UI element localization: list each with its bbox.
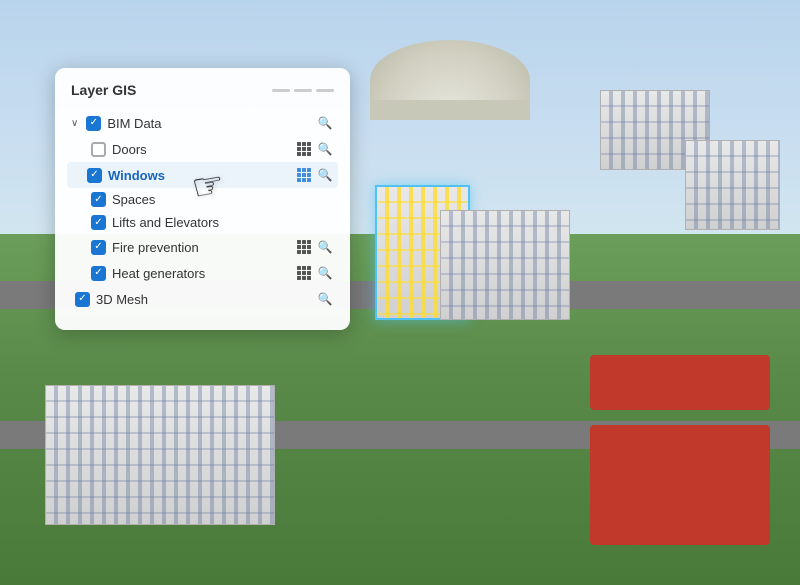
search-icon-fire[interactable]: 🔍 (316, 238, 334, 256)
layer-item-spaces[interactable]: ✓ Spaces (71, 188, 334, 211)
dome-building (370, 20, 530, 120)
layer-label-doors: Doors (112, 142, 289, 157)
checkbox-fire[interactable]: ✓ (91, 240, 106, 255)
search-icon-bim-data[interactable]: 🔍 (316, 114, 334, 132)
grid-icon-fire[interactable] (295, 238, 313, 256)
layer-label-fire: Fire prevention (112, 240, 289, 255)
search-icon-doors[interactable]: 🔍 (316, 140, 334, 158)
sports-area (590, 425, 770, 545)
checkbox-windows[interactable]: ✓ (87, 168, 102, 183)
building-bottom-left (45, 385, 275, 525)
chevron-icon: ∨ (71, 118, 78, 129)
layer-item-windows[interactable]: ✓ Windows 🔍 (67, 162, 338, 188)
panel-dots (272, 89, 334, 92)
checkbox-mesh[interactable]: ✓ (75, 292, 90, 307)
layer-label-lifts: Lifts and Elevators (112, 215, 334, 230)
layer-item-fire-prevention[interactable]: ✓ Fire prevention 🔍 (71, 234, 334, 260)
grid-icon-heat[interactable] (295, 264, 313, 282)
layer-item-doors[interactable]: Doors 🔍 (71, 136, 334, 162)
action-icons-bim-data: 🔍 (316, 114, 334, 132)
building-top-right-2 (685, 140, 780, 230)
panel-dot-3 (316, 89, 334, 92)
layer-label-heat: Heat generators (112, 266, 289, 281)
building-center-right (440, 210, 570, 320)
panel-dot-1 (272, 89, 290, 92)
action-icons-heat: 🔍 (295, 264, 334, 282)
layer-label-mesh: 3D Mesh (96, 292, 310, 307)
search-icon-heat[interactable]: 🔍 (316, 264, 334, 282)
layer-item-bim-data[interactable]: ∨ ✓ BIM Data 🔍 (71, 110, 334, 136)
action-icons-fire: 🔍 (295, 238, 334, 256)
action-icons-mesh: 🔍 (316, 290, 334, 308)
layer-label-spaces: Spaces (112, 192, 334, 207)
search-icon-windows[interactable]: 🔍 (316, 166, 334, 184)
panel-dot-2 (294, 89, 312, 92)
checkbox-doors[interactable] (91, 142, 106, 157)
panel-title: Layer GIS (71, 82, 266, 98)
layer-label-windows: Windows (108, 168, 289, 183)
panel-header: Layer GIS (71, 82, 334, 98)
checkbox-spaces[interactable]: ✓ (91, 192, 106, 207)
layer-list: ∨ ✓ BIM Data 🔍 Doors (71, 110, 334, 312)
checkbox-heat[interactable]: ✓ (91, 266, 106, 281)
layer-item-3d-mesh[interactable]: ✓ 3D Mesh 🔍 (71, 286, 334, 312)
checkbox-bim-data[interactable]: ✓ (86, 116, 101, 131)
checkbox-lifts[interactable]: ✓ (91, 215, 106, 230)
layer-label-bim-data: BIM Data (107, 116, 310, 131)
grid-icon-windows[interactable] (295, 166, 313, 184)
grid-icon-doors[interactable] (295, 140, 313, 158)
action-icons-doors: 🔍 (295, 140, 334, 158)
sports-area-2 (590, 355, 770, 410)
layer-item-heat-generators[interactable]: ✓ Heat generators 🔍 (71, 260, 334, 286)
search-icon-mesh[interactable]: 🔍 (316, 290, 334, 308)
layer-panel: Layer GIS ∨ ✓ BIM Data 🔍 Doors (55, 68, 350, 330)
action-icons-windows: 🔍 (295, 166, 334, 184)
layer-item-lifts-elevators[interactable]: ✓ Lifts and Elevators (71, 211, 334, 234)
